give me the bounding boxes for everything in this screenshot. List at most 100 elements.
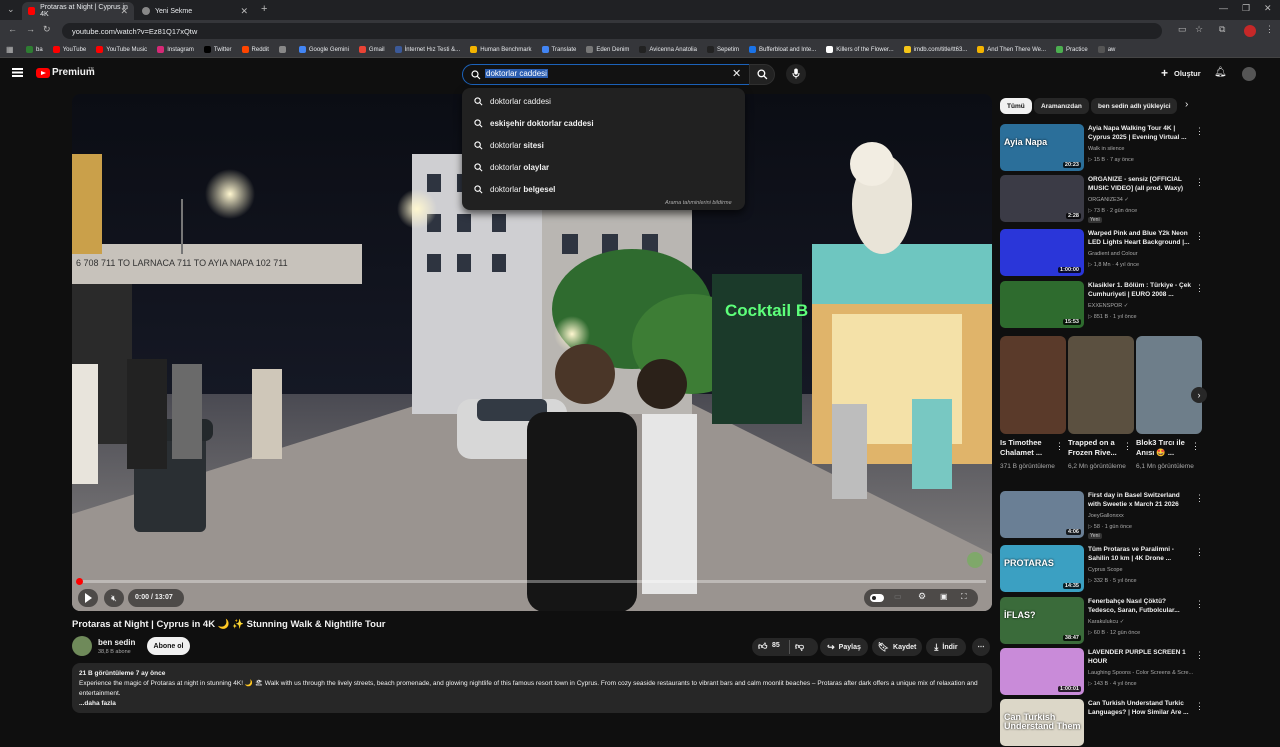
short-more-icon[interactable]: ⋮	[1055, 441, 1064, 452]
more-actions-button[interactable]: ⋯	[972, 638, 990, 656]
bookmark-item[interactable]: Gmail	[358, 46, 385, 53]
search-input[interactable]: doktorlar caddesi ✕	[462, 64, 750, 85]
video-title[interactable]: First day in Basel Switzerland with Swee…	[1088, 492, 1194, 509]
more-options-icon[interactable]: ⋮	[1195, 231, 1204, 242]
tab-protaras[interactable]: Protaras at Night | Cyprus in 4K ✕	[22, 2, 134, 20]
bookmark-item[interactable]: Eden Denim	[586, 46, 629, 53]
close-tab-icon[interactable]: ✕	[240, 6, 248, 17]
channel-avatar[interactable]	[72, 636, 92, 656]
chips-next-arrow-icon[interactable]: ›	[1185, 99, 1188, 110]
dislike-icon[interactable]: 👎︎	[795, 641, 804, 652]
channel-name[interactable]: EXXENSPOR ✓	[1088, 303, 1128, 309]
bookmark-item[interactable]: Google Gemini	[298, 46, 349, 53]
search-suggestion[interactable]: doktorlar sitesi	[462, 134, 745, 156]
bookmark-item[interactable]: Practice	[1056, 46, 1088, 53]
video-title[interactable]: ORGANIZE - sensiz [OFFICIAL MUSIC VIDEO]…	[1088, 176, 1194, 193]
create-button[interactable]: Oluştur	[1174, 69, 1201, 78]
bookmark-item[interactable]: Avicenna Anatolia	[639, 46, 697, 53]
recommended-video[interactable]: İFLAS? 38:47 Fenerbahçe Nasıl Çöktü? Tedes…	[1000, 597, 1210, 645]
video-title[interactable]: Warped Pink and Blue Y2k Neon LED Lights…	[1088, 230, 1194, 247]
youtube-logo-icon[interactable]	[36, 68, 50, 78]
channel-name[interactable]: Laughing Spoons - Color Screens & Scre..…	[1088, 670, 1193, 676]
maximize-icon[interactable]: ❐	[1242, 3, 1250, 14]
clear-search-icon[interactable]: ✕	[732, 67, 741, 80]
settings-gear-icon[interactable]: ⚙︎	[918, 591, 926, 602]
bookmark-item[interactable]: aw	[1097, 46, 1115, 53]
more-options-icon[interactable]: ⋮	[1195, 493, 1204, 504]
mute-icon[interactable]: 🔇︎	[104, 589, 124, 607]
subtitles-icon[interactable]: ▭	[894, 592, 902, 601]
video-thumbnail[interactable]: PROTARAS 14:35	[1000, 545, 1084, 592]
search-suggestion[interactable]: doktorlar caddesi	[462, 90, 745, 112]
more-options-icon[interactable]: ⋮	[1195, 283, 1204, 294]
short-thumbnail[interactable]	[1068, 336, 1134, 434]
bookmark-item[interactable]: Instagram	[157, 46, 194, 53]
bookmark-item[interactable]: And Then There We...	[977, 46, 1046, 53]
menu-dots-icon[interactable]: ⋮	[1265, 24, 1274, 35]
more-options-icon[interactable]: ⋮	[1195, 547, 1204, 558]
avatar[interactable]	[1242, 67, 1256, 81]
description-box[interactable]: 21 B görüntüleme 7 ay önce Experience th…	[72, 663, 992, 713]
bookmark-item[interactable]: Killers of the Flower...	[826, 46, 894, 53]
channel-name[interactable]: Karakulukcu ✓	[1088, 619, 1124, 625]
video-title[interactable]: Can Turkish Understand Turkic Languages?…	[1088, 700, 1194, 717]
bookmark-item[interactable]	[278, 46, 289, 53]
fullscreen-icon[interactable]: ⛶	[961, 592, 967, 602]
video-thumbnail[interactable]: İFLAS? 38:47	[1000, 597, 1084, 644]
search-suggestion[interactable]: eskişehir doktorlar caddesi	[462, 112, 745, 134]
chip-all[interactable]: Tümü	[1000, 98, 1032, 114]
like-count[interactable]: 85	[772, 642, 780, 649]
minimize-icon[interactable]: —	[1219, 3, 1228, 13]
share-button[interactable]: ↪ Paylaş	[820, 638, 868, 656]
short-title[interactable]: Trapped on a Frozen Rive...	[1068, 438, 1122, 458]
more-options-icon[interactable]: ⋮	[1195, 126, 1204, 137]
show-more-link[interactable]: ...daha fazla	[79, 699, 985, 709]
bookmark-item[interactable]: İnternet Hız Testi &...	[394, 46, 460, 53]
bookmark-item[interactable]: Twitter	[203, 46, 232, 53]
hamburger-menu-icon[interactable]	[12, 68, 23, 70]
chip-from-search[interactable]: Aramanızdan	[1034, 98, 1089, 114]
shorts-next-arrow-icon[interactable]: ›	[1191, 387, 1207, 403]
recommended-video[interactable]: 1:00:01 LAVENDER PURPLE SCREEN 1 HOUR Laug…	[1000, 648, 1210, 696]
channel-watermark[interactable]	[967, 552, 983, 568]
cast-icon[interactable]: ▭	[1178, 24, 1187, 35]
channel-name[interactable]: Walk in silence	[1088, 146, 1124, 152]
url-field[interactable]: youtube.com/watch?v=Ez81Q17xQtw	[62, 23, 1162, 39]
short-title[interactable]: Is Timothee Chalamet ...	[1000, 438, 1054, 458]
channel-name[interactable]: Gradient and Colour	[1088, 251, 1138, 257]
short-thumbnail[interactable]	[1000, 336, 1066, 434]
bookmark-item[interactable]: Bufferbloat and Inte...	[748, 46, 816, 53]
recommended-video[interactable]: 15:53 Klasikler 1. Bölüm : Türkiye - Çek …	[1000, 281, 1210, 329]
channel-name[interactable]: Cyprus Scope	[1088, 567, 1123, 573]
search-button[interactable]	[749, 64, 775, 85]
search-suggestion[interactable]: doktorlar olaylar	[462, 156, 745, 178]
profile-avatar[interactable]	[1244, 25, 1256, 37]
notifications-bell-icon[interactable]: 🔔︎	[1214, 67, 1227, 78]
short-thumbnail[interactable]	[1136, 336, 1202, 434]
close-tab-icon[interactable]: ✕	[120, 6, 128, 17]
voice-search-button[interactable]	[786, 64, 806, 84]
video-thumbnail[interactable]: 1:00:00	[1000, 229, 1084, 276]
play-button[interactable]	[78, 589, 98, 607]
progress-scrubber[interactable]	[76, 578, 83, 585]
download-button[interactable]: ⤓ İndir	[926, 638, 966, 656]
bookmark-item[interactable]: ba	[26, 46, 43, 53]
tab-search-icon[interactable]: ⌄	[7, 4, 15, 15]
bookmark-item[interactable]: YouTube Music	[96, 46, 147, 53]
more-options-icon[interactable]: ⋮	[1195, 650, 1204, 661]
bookmark-item[interactable]: Human Benchmark	[470, 46, 532, 53]
back-icon[interactable]: ←	[8, 24, 17, 34]
chip-uploader[interactable]: ben sedin adlı yükleyici	[1091, 98, 1177, 114]
video-title[interactable]: Tüm Protaras ve Paralimni - Sahilin 10 k…	[1088, 546, 1194, 563]
save-button[interactable]: 🔖︎ Kaydet	[872, 638, 922, 656]
recommended-video[interactable]: Can Turkish Understand Them Can Turkish U…	[1000, 699, 1210, 747]
recommended-video[interactable]: Ayia Napa 20:23 Ayia Napa Walking Tour 4K …	[1000, 124, 1210, 172]
close-window-icon[interactable]: ✕	[1264, 3, 1272, 14]
bookmark-item[interactable]: imdb.com/title/tt63...	[903, 46, 967, 53]
bookmark-item[interactable]: Sepetim	[706, 46, 739, 53]
recommended-video[interactable]: 1:00:00 Warped Pink and Blue Y2k Neon LED…	[1000, 229, 1210, 277]
subscribe-button[interactable]: Abone ol	[147, 637, 190, 655]
video-thumbnail[interactable]: 4:06	[1000, 491, 1084, 538]
recommended-video[interactable]: 4:06 First day in Basel Switzerland with …	[1000, 491, 1210, 539]
video-thumbnail[interactable]: 1:00:01	[1000, 648, 1084, 695]
